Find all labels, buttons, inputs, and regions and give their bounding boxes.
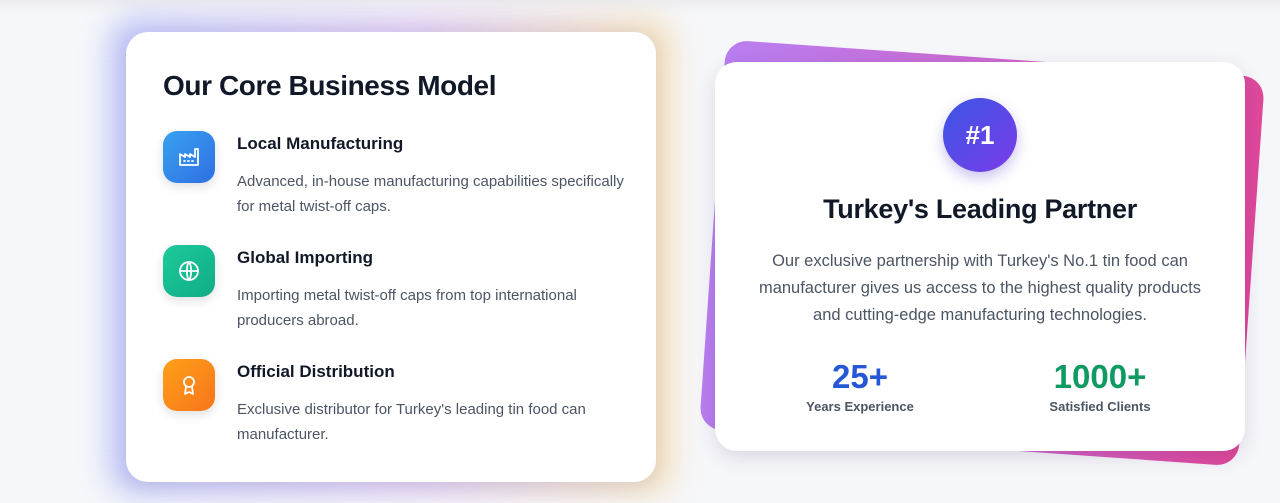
rank-badge: #1	[943, 98, 1017, 172]
stat-value: 1000+	[1053, 358, 1147, 395]
factory-icon	[163, 131, 215, 183]
business-model-card: Our Core Business Model Local Manufactur…	[126, 32, 656, 482]
partner-title: Turkey's Leading Partner	[823, 194, 1137, 224]
header-shadow	[0, 0, 1280, 14]
award-icon	[163, 359, 215, 411]
feature-description: Advanced, in-house manufacturing capabil…	[237, 173, 624, 215]
feature-local-manufacturing: Local Manufacturing Advanced, in-house m…	[163, 131, 624, 231]
feature-title: Global Importing	[237, 248, 373, 267]
globe-icon	[163, 245, 215, 297]
feature-title: Official Distribution	[237, 362, 395, 381]
feature-title: Local Manufacturing	[237, 134, 404, 153]
feature-description: Importing metal twist-off caps from top …	[237, 287, 577, 329]
feature-official-distribution: Official Distribution Exclusive distribu…	[163, 359, 623, 459]
stat-label: Satisfied Clients	[1049, 399, 1151, 414]
partner-card: #1 Turkey's Leading Partner Our exclusiv…	[715, 62, 1245, 451]
feature-description: Exclusive distributor for Turkey's leadi…	[237, 401, 586, 443]
business-model-title: Our Core Business Model	[163, 70, 497, 101]
feature-global-importing: Global Importing Importing metal twist-o…	[163, 245, 623, 345]
stat-satisfied-clients: 1000+ Satisfied Clients	[1015, 358, 1185, 414]
stat-years-experience: 25+ Years Experience	[775, 358, 945, 414]
stat-value: 25+	[832, 358, 888, 395]
stat-label: Years Experience	[806, 399, 914, 414]
partner-description: Our exclusive partnership with Turkey's …	[758, 252, 1202, 324]
